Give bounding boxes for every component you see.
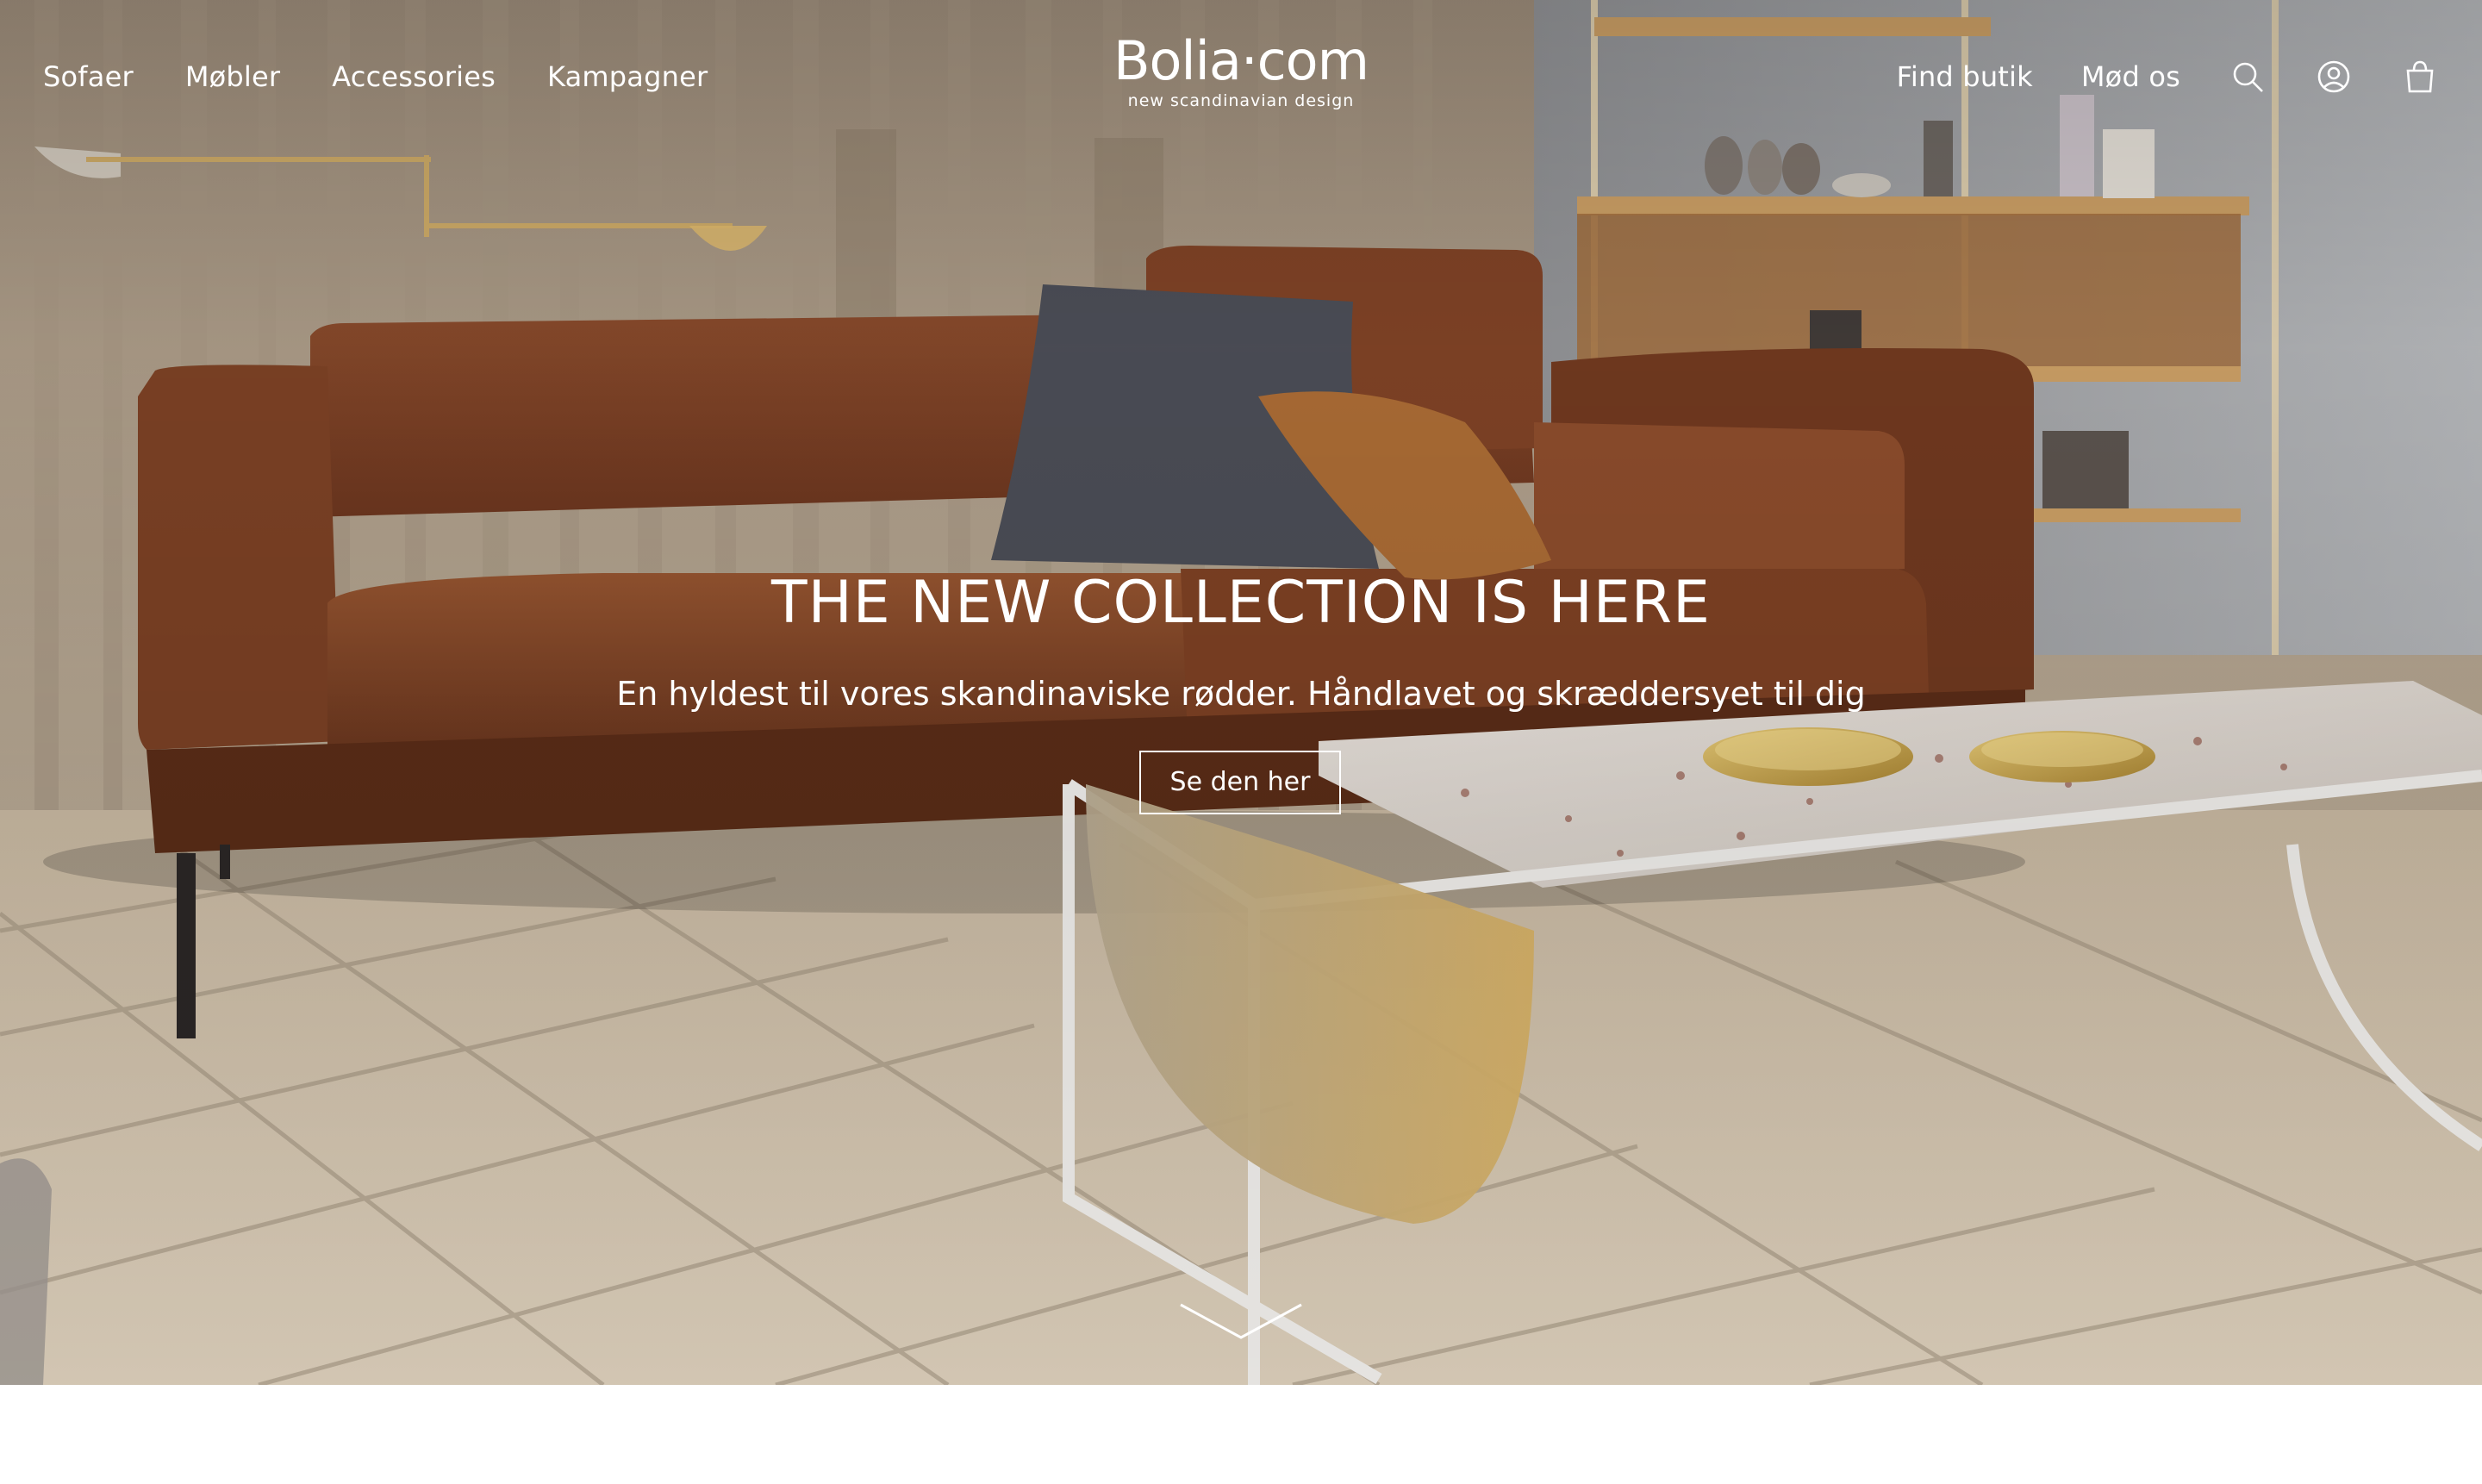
hero-title: THE NEW COLLECTION IS HERE [771,569,1711,637]
main-navigation: Sofaer Møbler Accessories Kampagner [43,53,708,100]
nav-link-sofaer[interactable]: Sofaer [43,53,134,100]
nav-link-kampagner[interactable]: Kampagner [547,53,708,100]
logo-tagline: new scandinavian design [1127,91,1355,110]
chevron-down-icon[interactable] [1179,1303,1303,1343]
hero-subtitle: En hyldest til vores skandinaviske rødde… [616,675,1866,713]
see-collection-button[interactable]: Se den her [1139,751,1341,814]
nav-link-find-butik[interactable]: Find butik [1897,53,2033,100]
user-account-icon[interactable] [2315,53,2353,100]
hero-banner: Sofaer Møbler Accessories Kampagner Boli… [0,0,2482,1385]
search-icon[interactable] [2229,53,2267,100]
logo-wordmark: Bolia·com [1113,29,1369,92]
nav-link-accessories[interactable]: Accessories [332,53,496,100]
utility-navigation: Find butik Mød os [1897,53,2439,100]
nav-link-mod-os[interactable]: Mød os [2081,53,2180,100]
site-header: Sofaer Møbler Accessories Kampagner Boli… [0,0,2482,155]
site-logo[interactable]: Bolia·com new scandinavian design [1112,29,1370,111]
page: Sofaer Møbler Accessories Kampagner Boli… [0,0,2482,1484]
shopping-bag-icon[interactable] [2401,53,2439,100]
nav-link-mobler[interactable]: Møbler [185,53,280,100]
content-area [0,1385,2482,1484]
